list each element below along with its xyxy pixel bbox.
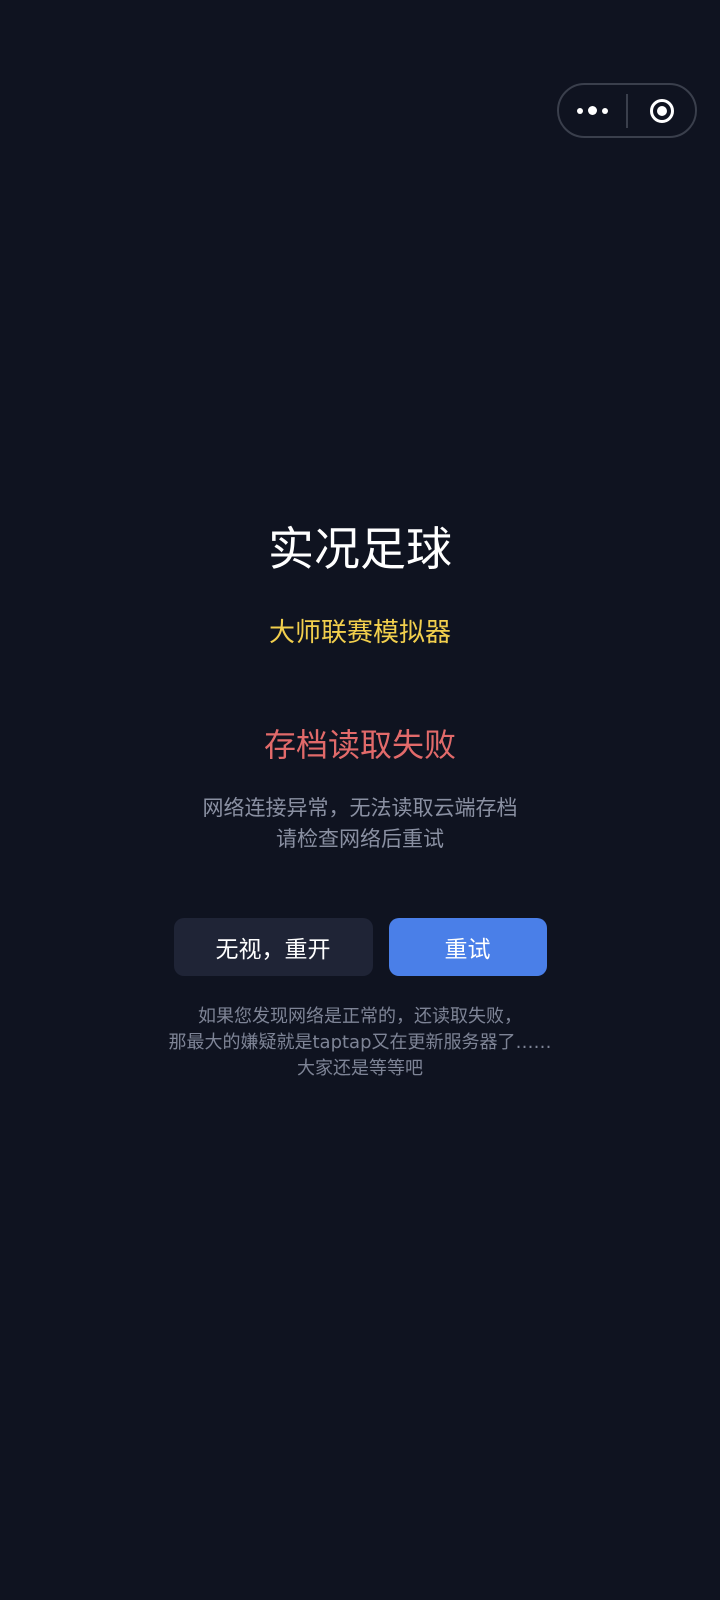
screen: 实况足球 大师联赛模拟器 存档读取失败 网络连接异常，无法读取云端存档 请检查网… — [0, 0, 720, 1600]
help-note-line: 那最大的嫌疑就是taptap又在更新服务器了…… — [168, 1032, 552, 1053]
error-description-line: 请检查网络后重试 — [276, 827, 444, 851]
retry-button[interactable]: 重试 — [388, 918, 547, 976]
help-note: 如果您发现网络是正常的，还读取失败， 那最大的嫌疑就是taptap又在更新服务器… — [0, 1004, 720, 1082]
game-subtitle: 大师联赛模拟器 — [268, 618, 451, 648]
error-description: 网络连接异常，无法读取云端存档 请检查网络后重试 — [0, 793, 720, 855]
game-title: 实况足球 — [268, 522, 452, 576]
error-title: 存档读取失败 — [263, 726, 456, 764]
more-dots-icon — [577, 106, 608, 115]
target-circle-icon — [649, 98, 674, 123]
help-note-line: 大家还是等等吧 — [297, 1058, 423, 1079]
more-button[interactable] — [559, 85, 626, 136]
help-note-line: 如果您发现网络是正常的，还读取失败， — [198, 1006, 522, 1027]
action-buttons: 无视，重开 重试 — [0, 918, 720, 976]
miniprogram-capsule — [557, 83, 697, 138]
error-description-line: 网络连接异常，无法读取云端存档 — [202, 796, 518, 820]
ignore-restart-button[interactable]: 无视，重开 — [173, 918, 373, 976]
close-miniprogram-button[interactable] — [628, 85, 695, 136]
